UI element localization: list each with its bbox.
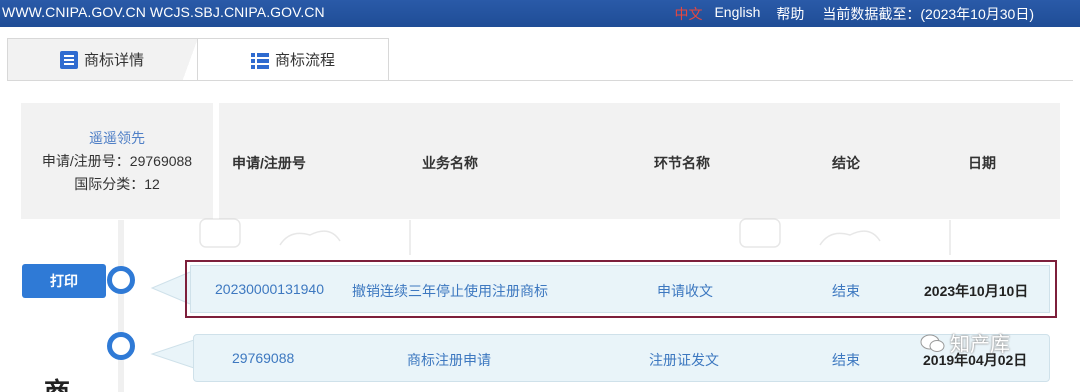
- row-stage: 申请收文: [657, 283, 713, 299]
- print-button[interactable]: 打印: [22, 264, 106, 298]
- header-date: 日期: [968, 155, 996, 171]
- background-watermark: [199, 218, 951, 255]
- row-result: 结束: [832, 352, 860, 368]
- tab-trademark-details[interactable]: 商标详情: [7, 38, 197, 81]
- table-row[interactable]: 20230000131940 撤销连续三年停止使用注册商标 申请收文 结束 20…: [190, 265, 1050, 313]
- row-reg-no[interactable]: 20230000131940: [215, 281, 324, 297]
- timeline-node: [107, 266, 135, 294]
- partial-heading: 商: [44, 377, 71, 392]
- registration-number: 申请/注册号：29769088: [41, 153, 193, 169]
- timeline-node: [107, 332, 135, 360]
- top-bar: WWW.CNIPA.GOV.CN WCJS.SBJ.CNIPA.GOV.CN 中…: [0, 0, 1080, 27]
- lang-chinese-link[interactable]: 中文: [674, 4, 702, 24]
- tab-label: 商标流程: [274, 52, 335, 69]
- header-reg-no: 申请/注册号: [232, 155, 306, 171]
- row-business: 撤销连续三年停止使用注册商标: [352, 283, 548, 299]
- row-date: 2023年10月10日: [924, 283, 1029, 299]
- international-class: 国际分类：12: [74, 176, 160, 192]
- header-stage: 环节名称: [654, 155, 710, 171]
- trademark-info-box: 遥遥领先 申请/注册号：29769088 国际分类：12: [21, 103, 213, 219]
- tab-bar: 商标详情 商标流程: [7, 38, 389, 81]
- row-stage: 注册证发文: [649, 352, 719, 368]
- watermark-logo: 知产库: [950, 334, 1010, 356]
- list-icon: [250, 51, 269, 69]
- table-header: 申请/注册号 业务名称 环节名称 结论 日期: [219, 103, 1060, 219]
- trademark-name[interactable]: 遥遥领先: [21, 127, 213, 150]
- row-pointer: [150, 339, 195, 369]
- row-reg-no[interactable]: 29769088: [232, 350, 294, 366]
- header-business: 业务名称: [422, 155, 478, 171]
- lang-english-link[interactable]: English: [714, 4, 760, 24]
- tab-divider: [7, 80, 1073, 81]
- tab-trademark-process[interactable]: 商标流程: [197, 38, 389, 80]
- help-link[interactable]: 帮助: [776, 4, 804, 24]
- row-business: 商标注册申请: [407, 352, 491, 368]
- timeline-line: [118, 220, 124, 392]
- wechat-icon: [920, 334, 945, 352]
- data-date: 当前数据截至：(2023年10月30日): [822, 6, 1034, 22]
- document-icon: [59, 50, 78, 69]
- site-links[interactable]: WWW.CNIPA.GOV.CN WCJS.SBJ.CNIPA.GOV.CN: [2, 4, 325, 20]
- row-result: 结束: [832, 283, 860, 299]
- header-result: 结论: [832, 155, 860, 171]
- tab-label: 商标详情: [83, 52, 144, 69]
